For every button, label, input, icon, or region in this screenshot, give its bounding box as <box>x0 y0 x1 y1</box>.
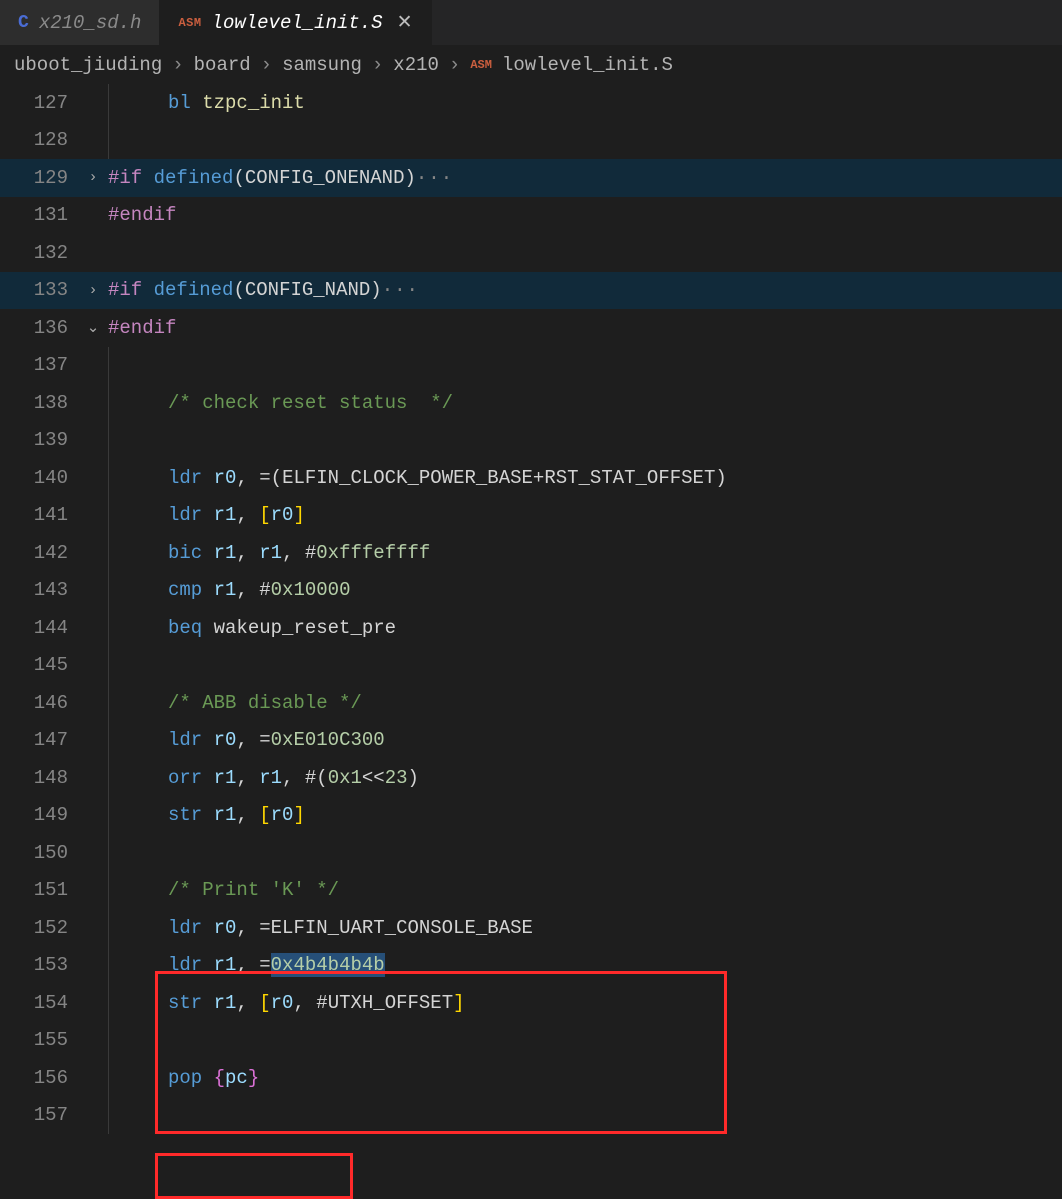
code-line[interactable]: 139 <box>0 422 1062 460</box>
line-number: 141 <box>0 504 78 526</box>
chevron-right-icon: › <box>261 54 272 76</box>
code-line[interactable]: 142 bic r1, r1, #0xfffeffff <box>0 534 1062 572</box>
code-line[interactable]: 131 #endif <box>0 197 1062 235</box>
line-number: 150 <box>0 842 78 864</box>
breadcrumb-file[interactable]: lowlevel_init.S <box>502 54 673 76</box>
line-number: 144 <box>0 617 78 639</box>
code-line[interactable]: 148 orr r1, r1, #(0x1<<23) <box>0 759 1062 797</box>
line-number: 154 <box>0 992 78 1014</box>
tab-x210-sd-h[interactable]: C x210_sd.h <box>0 0 160 45</box>
code-line[interactable]: 153 ldr r1, =0x4b4b4b4b <box>0 947 1062 985</box>
line-number: 129 <box>0 167 78 189</box>
code-line[interactable]: 155 <box>0 1022 1062 1060</box>
code-line[interactable]: 150 <box>0 834 1062 872</box>
annotation-box <box>155 1153 353 1199</box>
code-line[interactable]: 147 ldr r0, =0xE010C300 <box>0 722 1062 760</box>
chevron-right-icon: › <box>372 54 383 76</box>
line-number: 133 <box>0 279 78 301</box>
breadcrumb-part[interactable]: board <box>194 54 251 76</box>
breadcrumb-part[interactable]: uboot_jiuding <box>14 54 162 76</box>
code-line[interactable]: 129 › #if defined(CONFIG_ONENAND)··· <box>0 159 1062 197</box>
chevron-right-icon[interactable]: › <box>78 282 108 299</box>
code-editor[interactable]: 127 bl tzpc_init 128 129 › #if defined(C… <box>0 84 1062 1134</box>
code-line[interactable]: 141 ldr r1, [r0] <box>0 497 1062 535</box>
line-number: 152 <box>0 917 78 939</box>
code-line[interactable]: 127 bl tzpc_init <box>0 84 1062 122</box>
line-number: 147 <box>0 729 78 751</box>
code-line[interactable]: 128 <box>0 122 1062 160</box>
breadcrumb-part[interactable]: samsung <box>282 54 362 76</box>
code-line[interactable]: 151 /* Print 'K' */ <box>0 872 1062 910</box>
line-number: 145 <box>0 654 78 676</box>
code-line[interactable]: 154 str r1, [r0, #UTXH_OFFSET] <box>0 984 1062 1022</box>
chevron-right-icon: › <box>449 54 460 76</box>
code-line[interactable]: 149 str r1, [r0] <box>0 797 1062 835</box>
line-number: 157 <box>0 1104 78 1126</box>
line-number: 156 <box>0 1067 78 1089</box>
code-line[interactable]: 140 ldr r0, =(ELFIN_CLOCK_POWER_BASE+RST… <box>0 459 1062 497</box>
line-number: 128 <box>0 129 78 151</box>
line-number: 131 <box>0 204 78 226</box>
code-line[interactable]: 144 beq wakeup_reset_pre <box>0 609 1062 647</box>
breadcrumb: uboot_jiuding › board › samsung › x210 ›… <box>0 46 1062 84</box>
chevron-right-icon[interactable]: › <box>78 169 108 186</box>
line-number: 155 <box>0 1029 78 1051</box>
line-number: 136 <box>0 317 78 339</box>
tab-lowlevel-init-s[interactable]: ASM lowlevel_init.S ✕ <box>160 0 431 45</box>
code-line[interactable]: 152 ldr r0, =ELFIN_UART_CONSOLE_BASE <box>0 909 1062 947</box>
line-number: 127 <box>0 92 78 114</box>
line-number: 153 <box>0 954 78 976</box>
line-number: 140 <box>0 467 78 489</box>
tab-bar: C x210_sd.h ASM lowlevel_init.S ✕ <box>0 0 1062 46</box>
code-line[interactable]: 146 /* ABB disable */ <box>0 684 1062 722</box>
code-line[interactable]: 138 /* check reset status */ <box>0 384 1062 422</box>
line-number: 149 <box>0 804 78 826</box>
language-icon-asm: ASM <box>470 58 492 72</box>
chevron-right-icon: › <box>172 54 183 76</box>
code-line[interactable]: 137 <box>0 347 1062 385</box>
selected-text: 0x4b4b4b4b <box>271 953 385 977</box>
tab-label: x210_sd.h <box>39 12 142 34</box>
line-number: 138 <box>0 392 78 414</box>
chevron-down-icon[interactable]: ⌄ <box>78 318 108 337</box>
code-line[interactable]: 145 <box>0 647 1062 685</box>
line-number: 139 <box>0 429 78 451</box>
line-number: 137 <box>0 354 78 376</box>
code-line[interactable]: 157 <box>0 1097 1062 1135</box>
close-icon[interactable]: ✕ <box>397 11 413 34</box>
line-number: 151 <box>0 879 78 901</box>
code-line[interactable]: 133 › #if defined(CONFIG_NAND)··· <box>0 272 1062 310</box>
language-icon-asm: ASM <box>178 16 201 30</box>
line-number: 143 <box>0 579 78 601</box>
line-number: 142 <box>0 542 78 564</box>
language-icon-c: C <box>18 13 29 33</box>
code-line[interactable]: 156 pop {pc} <box>0 1059 1062 1097</box>
line-number: 132 <box>0 242 78 264</box>
breadcrumb-part[interactable]: x210 <box>393 54 439 76</box>
code-line[interactable]: 132 <box>0 234 1062 272</box>
line-number: 148 <box>0 767 78 789</box>
code-line[interactable]: 136 ⌄ #endif <box>0 309 1062 347</box>
line-number: 146 <box>0 692 78 714</box>
code-line[interactable]: 143 cmp r1, #0x10000 <box>0 572 1062 610</box>
tab-label: lowlevel_init.S <box>212 12 383 34</box>
